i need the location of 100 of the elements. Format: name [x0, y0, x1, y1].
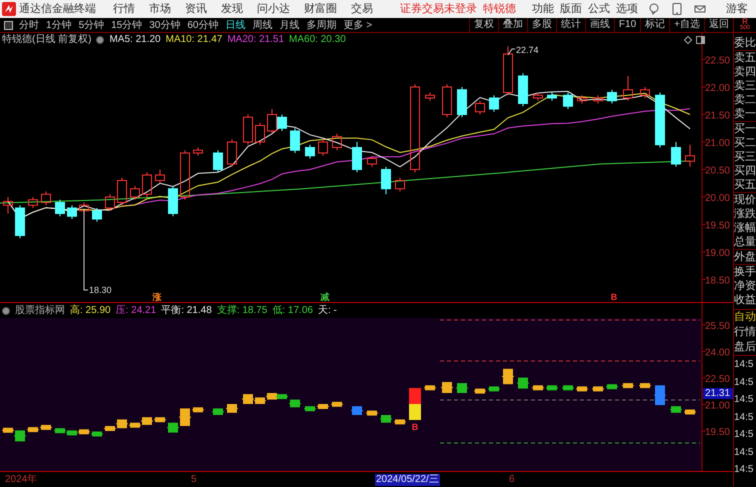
- candlestick: [655, 92, 665, 148]
- chat-icon[interactable]: [648, 3, 660, 15]
- candlestick: [92, 208, 102, 222]
- period-tab[interactable]: 1分钟: [46, 18, 72, 32]
- candlestick: [193, 147, 203, 156]
- user-label[interactable]: 游客: [718, 0, 748, 18]
- menu-item[interactable]: 财富圈: [304, 0, 337, 18]
- corner-label: R: [742, 18, 748, 25]
- period-tab[interactable]: 多周期: [306, 18, 336, 32]
- period-tab[interactable]: 周线: [252, 18, 272, 32]
- settings-icon[interactable]: [96, 36, 104, 44]
- phone-icon[interactable]: [672, 3, 682, 15]
- app-logo-icon: [2, 2, 16, 16]
- period-tab[interactable]: 5分钟: [78, 18, 104, 32]
- message-icon[interactable]: [694, 3, 706, 15]
- period-tab[interactable]: 日线: [226, 18, 246, 32]
- quote-field-label: 涨跌: [734, 207, 756, 221]
- candlestick: [130, 186, 140, 200]
- period-tab[interactable]: 月线: [280, 18, 300, 32]
- toolbar-button[interactable]: 返回: [704, 18, 733, 32]
- login-notice[interactable]: 证券交易未登录: [400, 0, 477, 18]
- menu-item[interactable]: 版面: [560, 0, 582, 18]
- quote-field-label: 买三: [734, 150, 756, 164]
- toolbar-button[interactable]: F10: [614, 18, 640, 32]
- quote-mode-tab[interactable]: 自动: [734, 310, 756, 325]
- period-tab[interactable]: 分时: [19, 18, 39, 32]
- indicator-bar: [502, 368, 514, 384]
- signal-marker: B: [610, 292, 618, 302]
- indicator-value: 压: 24.21: [116, 304, 156, 318]
- date-label: 2024/05/22/三: [375, 474, 440, 486]
- period-tab[interactable]: 15分钟: [111, 18, 142, 32]
- menu-item[interactable]: 问小达: [257, 0, 290, 18]
- menu-item[interactable]: 交易: [351, 0, 373, 18]
- indicator-bar: [516, 378, 530, 389]
- toolbar-button[interactable]: +自选: [669, 18, 704, 32]
- candlestick: [79, 202, 89, 214]
- menu-item[interactable]: 功能: [532, 0, 554, 18]
- candlestick: [168, 186, 178, 217]
- price-tick-label: 20.00: [704, 193, 730, 204]
- quote-field-label: 卖一: [734, 107, 756, 122]
- candlestick: [577, 94, 587, 104]
- indicator-bar: [350, 406, 364, 415]
- candlestick: [425, 92, 435, 102]
- quote-field-label: 委比: [734, 36, 756, 51]
- menu-item[interactable]: 选项: [616, 0, 638, 18]
- period-tab[interactable]: 更多 >: [344, 18, 372, 32]
- quote-field-label: 净资: [734, 279, 756, 293]
- menu-item[interactable]: 公式: [588, 0, 610, 18]
- price-tick-label: 21.00: [704, 138, 730, 149]
- panel-icon[interactable]: [696, 36, 705, 44]
- candlestick: [15, 204, 25, 239]
- date-label: 2024年: [4, 474, 38, 486]
- toolbar-button[interactable]: 统计: [556, 18, 585, 32]
- price-tick-label: 19.00: [704, 248, 730, 259]
- menu-item[interactable]: 资讯: [185, 0, 207, 18]
- app-title: 通达信金融终端: [19, 2, 96, 17]
- indicator-bar: [226, 404, 238, 413]
- quote-field-label: 卖二: [734, 93, 756, 107]
- signal-marker: 减: [320, 292, 330, 302]
- quote-mode-tab[interactable]: 行情: [734, 325, 756, 340]
- indicator-bar: [622, 383, 634, 388]
- candlestick: [457, 86, 467, 118]
- candlestick: [640, 86, 650, 98]
- candlestick: [671, 142, 681, 168]
- candlestick: [28, 196, 38, 208]
- toolbar-button[interactable]: 多股: [526, 18, 556, 32]
- indicator-bar: [654, 385, 666, 406]
- diamond-icon[interactable]: [684, 36, 692, 44]
- candlestick: [213, 150, 223, 173]
- indicator-value: 平衡: 21.48: [161, 304, 212, 318]
- toolbar-button[interactable]: 叠加: [498, 18, 527, 32]
- menu-item[interactable]: 行情: [113, 0, 135, 18]
- panel-toggle-icon[interactable]: [4, 20, 13, 30]
- toolbar-button[interactable]: 画线: [584, 18, 614, 32]
- candlestick: [255, 122, 265, 146]
- quote-field-label: 买一: [734, 122, 756, 136]
- quote-field-label: 卖五: [734, 51, 756, 65]
- indicator-bar: [638, 383, 652, 388]
- indicator-tick-label: 21.00: [704, 400, 730, 412]
- low-price-label: 18.30: [89, 285, 112, 295]
- period-tab[interactable]: 30分钟: [149, 18, 180, 32]
- candlestick: [607, 89, 617, 104]
- indicator-value: 支撑: 18.75: [216, 304, 268, 318]
- stock-name: 特锐德: [483, 2, 516, 17]
- menu-item[interactable]: 市场: [149, 0, 171, 18]
- period-tab[interactable]: 60分钟: [187, 18, 218, 32]
- candlestick: [442, 84, 452, 118]
- candlestick: [155, 169, 165, 184]
- price-tick-label: 18.50: [704, 276, 730, 286]
- settings-icon[interactable]: [2, 306, 10, 314]
- moving-average-label: MA5: 21.20: [109, 33, 161, 47]
- toolbar-button[interactable]: 复权: [468, 18, 498, 32]
- quote-mode-tab[interactable]: 盘后: [734, 340, 756, 355]
- candlestick: [67, 204, 77, 220]
- candlestick: [180, 150, 190, 200]
- menu-item[interactable]: 发现: [221, 0, 243, 18]
- quote-field-label: 卖三: [734, 79, 756, 93]
- toolbar-button[interactable]: 标记: [640, 18, 670, 32]
- indicator-value: 高: 25.90: [70, 304, 111, 318]
- candlestick: [55, 199, 65, 217]
